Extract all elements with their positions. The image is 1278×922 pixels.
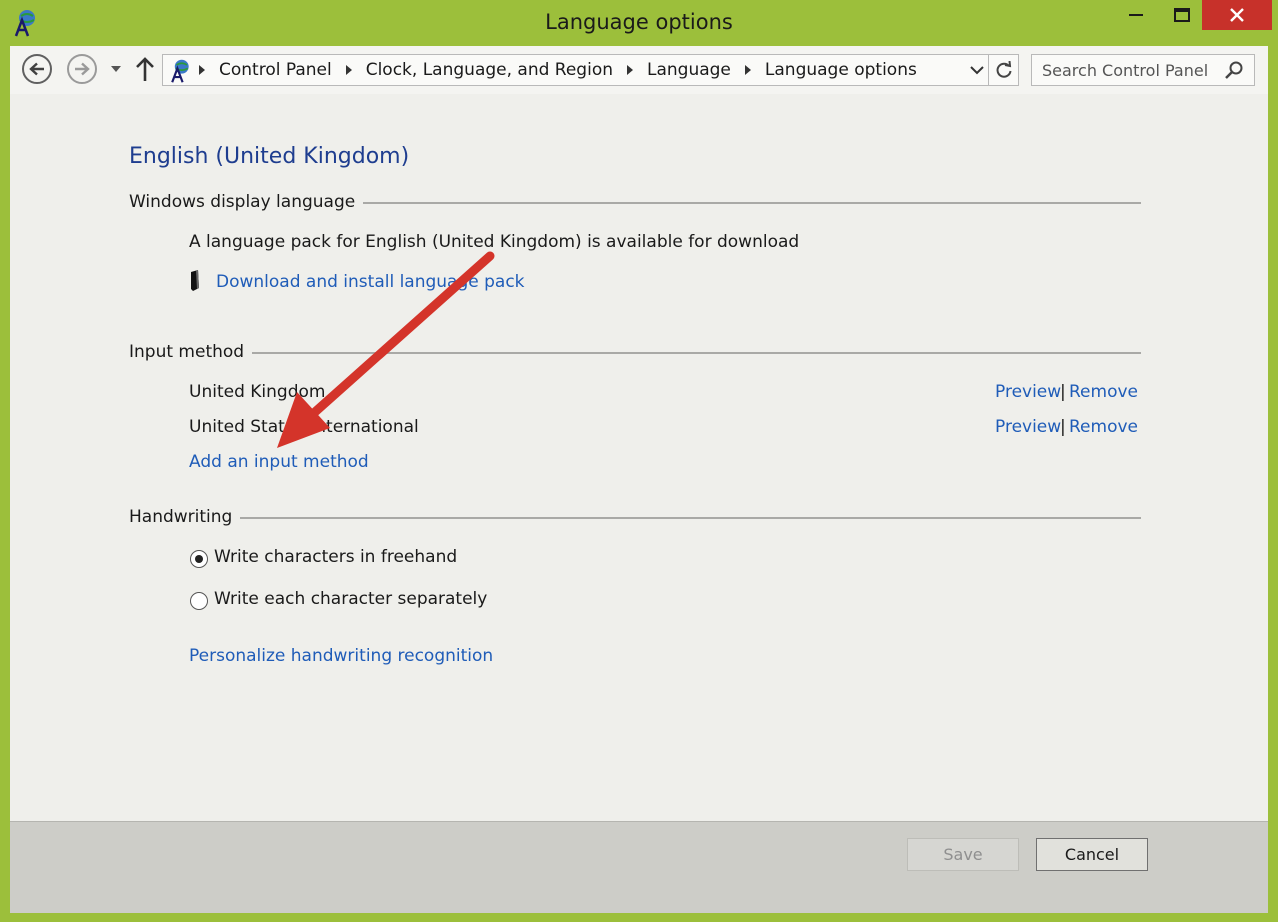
search-input[interactable] [1042, 59, 1217, 81]
radio-separately[interactable] [190, 592, 208, 610]
cancel-button[interactable]: Cancel [1036, 838, 1148, 871]
input-method-name: United Kingdom [189, 382, 326, 402]
up-arrow-icon[interactable] [134, 56, 156, 82]
maximize-icon [1174, 8, 1190, 22]
back-button[interactable] [22, 54, 52, 84]
radio-label-freehand[interactable]: Write characters in freehand [214, 547, 457, 567]
radio-freehand[interactable] [190, 550, 208, 568]
save-button[interactable]: Save [907, 838, 1019, 871]
address-dropdown-icon[interactable] [969, 62, 985, 78]
section-handwriting: Handwriting [129, 505, 1141, 529]
close-button[interactable] [1202, 0, 1272, 30]
breadcrumb-separator-icon[interactable] [199, 65, 205, 75]
section-divider [252, 352, 1141, 354]
uac-shield-icon [191, 270, 199, 291]
radio-label-separately[interactable]: Write each character separately [214, 589, 487, 609]
close-icon [1230, 8, 1244, 22]
preview-link[interactable]: Preview [995, 417, 1061, 437]
link-separator: | [1060, 382, 1066, 402]
link-separator: | [1060, 417, 1066, 437]
breadcrumb-separator-icon[interactable] [345, 65, 352, 75]
breadcrumb-item-clock-language-region[interactable]: Clock, Language, and Region [366, 60, 613, 80]
breadcrumb-item-language-options[interactable]: Language options [765, 60, 917, 80]
breadcrumb-item-language[interactable]: Language [647, 60, 731, 80]
back-arrow-icon [29, 62, 44, 76]
language-pack-availability-text: A language pack for English (United King… [189, 232, 800, 252]
section-input-method: Input method [129, 340, 1141, 364]
section-label: Handwriting [129, 507, 233, 527]
breadcrumb: Control Panel Clock, Language, and Regio… [199, 55, 917, 85]
minimize-icon [1129, 14, 1143, 16]
refresh-button[interactable] [989, 54, 1019, 86]
window-title: Language options [545, 10, 733, 34]
section-label: Windows display language [129, 192, 356, 212]
section-divider [240, 517, 1141, 519]
radio-selected-dot [194, 554, 203, 563]
section-divider [363, 202, 1141, 204]
forward-arrow-icon [75, 62, 90, 76]
input-method-name: United States-International [189, 417, 419, 437]
language-icon [171, 59, 189, 83]
preview-link[interactable]: Preview [995, 382, 1061, 402]
breadcrumb-separator-icon[interactable] [744, 65, 751, 75]
section-label: Input method [129, 342, 245, 362]
remove-link[interactable]: Remove [1069, 382, 1138, 402]
navigation-bar: Control Panel Clock, Language, and Regio… [10, 46, 1268, 94]
add-input-method-link[interactable]: Add an input method [189, 452, 369, 472]
maximize-button[interactable] [1162, 0, 1202, 30]
forward-button[interactable] [67, 54, 97, 84]
language-options-window: Language options Control Panel Clock, La… [0, 0, 1278, 922]
title-bar: Language options [0, 0, 1278, 46]
page-title: English (United Kingdom) [129, 144, 410, 169]
address-box[interactable]: Control Panel Clock, Language, and Regio… [162, 54, 989, 86]
remove-link[interactable]: Remove [1069, 417, 1138, 437]
breadcrumb-item-control-panel[interactable]: Control Panel [219, 60, 332, 80]
main-content: English (United Kingdom) Windows display… [10, 94, 1268, 821]
search-box[interactable] [1031, 54, 1255, 86]
search-icon[interactable] [1224, 60, 1244, 80]
refresh-icon [996, 61, 1011, 78]
download-language-pack-link[interactable]: Download and install language pack [216, 272, 525, 292]
section-display-language: Windows display language [129, 190, 1141, 214]
minimize-button[interactable] [1110, 0, 1162, 30]
personalize-handwriting-link[interactable]: Personalize handwriting recognition [189, 646, 493, 666]
recent-pages-chevron-icon[interactable] [111, 66, 121, 72]
dialog-footer: Save Cancel [10, 821, 1268, 913]
breadcrumb-separator-icon[interactable] [627, 65, 633, 75]
